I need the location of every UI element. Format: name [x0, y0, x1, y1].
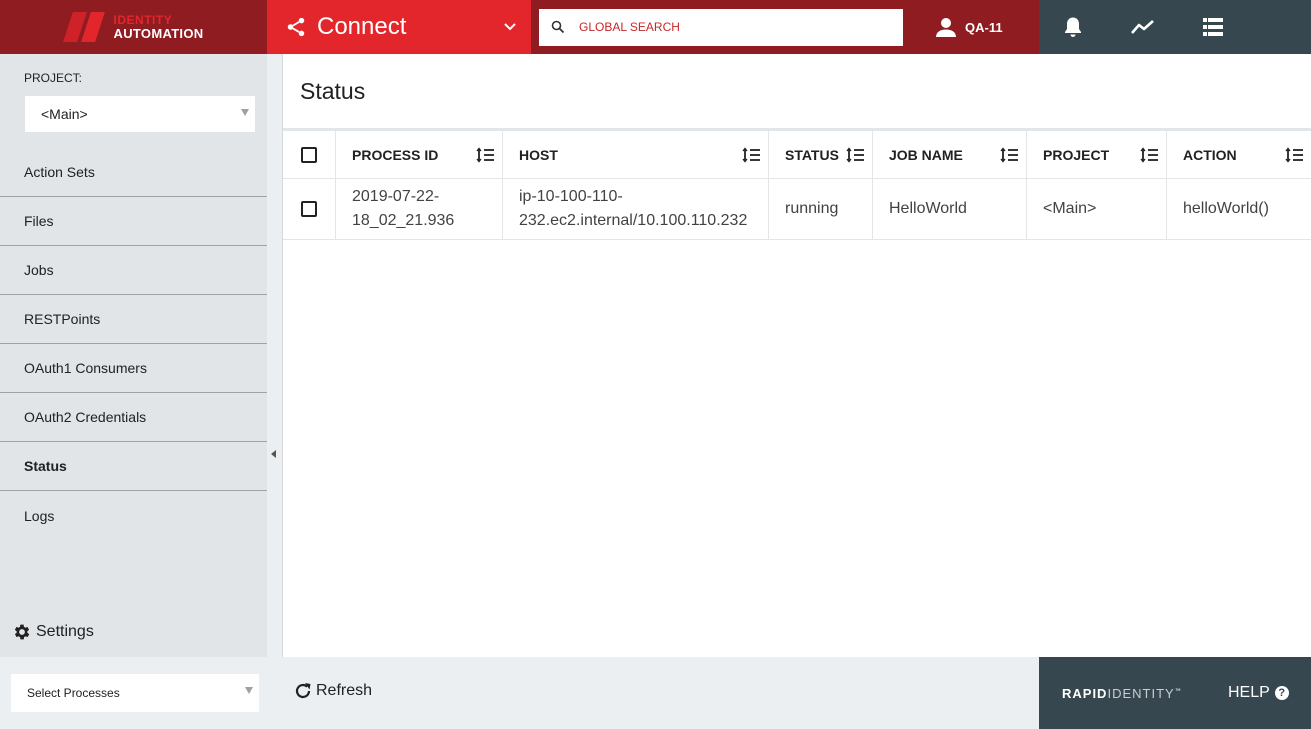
dropdown-arrow-icon	[241, 109, 249, 116]
column-header-process-id[interactable]: PROCESS ID	[336, 131, 503, 178]
refresh-button[interactable]: Refresh	[294, 682, 372, 700]
gear-icon	[14, 624, 30, 640]
help-label: HELP	[1228, 684, 1270, 701]
activity-icon	[1131, 20, 1154, 34]
sidebar-item-logs[interactable]: Logs	[0, 491, 267, 540]
select-processes-value: Select Processes	[27, 686, 120, 700]
settings-button[interactable]: Settings	[12, 622, 94, 642]
bell-icon	[1065, 17, 1081, 37]
cell-host: ip-10-100-110- 232.ec2.internal/10.100.1…	[503, 179, 769, 239]
user-name: QA-11	[965, 19, 1003, 35]
sidebar: PROJECT: <Main> Action Sets Files Jobs R…	[0, 54, 267, 657]
header-actions	[1039, 0, 1311, 54]
select-processes-dropdown[interactable]: Select Processes	[11, 674, 259, 712]
sidebar-item-files[interactable]: Files	[0, 197, 267, 246]
module-title: Connect	[317, 13, 407, 40]
sort-icon[interactable]	[846, 147, 864, 163]
help-button[interactable]: HELP ?	[1228, 684, 1289, 702]
select-all-checkbox[interactable]	[301, 146, 317, 163]
table-row[interactable]: 2019-07-22- 18_02_21.936 ip-10-100-110- …	[283, 179, 1311, 240]
table-header-row: PROCESS ID HOST STATUS JOB NAME PROJECT …	[283, 131, 1311, 179]
sort-icon[interactable]	[1285, 147, 1303, 163]
module-switcher[interactable]: Connect	[267, 0, 531, 54]
page-title: Status	[300, 78, 366, 104]
list-view-button[interactable]	[1201, 15, 1225, 39]
project-select[interactable]: <Main>	[25, 96, 255, 132]
column-header-job-name[interactable]: JOB NAME	[873, 131, 1027, 178]
footer-bar: Select Processes Refresh RAPIDIDENTITY™ …	[0, 657, 1311, 729]
project-label: PROJECT:	[24, 71, 83, 85]
sidebar-item-status[interactable]: Status	[0, 442, 267, 491]
column-header-project[interactable]: PROJECT	[1027, 131, 1167, 178]
refresh-icon	[295, 683, 311, 699]
footer-brand-area: RAPIDIDENTITY™ HELP ?	[1039, 657, 1311, 729]
sidebar-collapse-handle[interactable]	[267, 54, 283, 657]
sidebar-nav: Action Sets Files Jobs RESTPoints OAuth1…	[0, 148, 267, 540]
notifications-button[interactable]	[1061, 15, 1085, 39]
main-content: Status PROCESS ID HOST STATUS JOB NAME P…	[283, 54, 1311, 657]
refresh-label: Refresh	[316, 682, 373, 699]
search-area: QA-11	[531, 0, 1039, 54]
question-icon: ?	[1274, 686, 1289, 700]
collapse-arrow-icon	[271, 450, 276, 458]
sort-icon[interactable]	[1000, 147, 1018, 163]
sort-icon[interactable]	[742, 147, 760, 163]
global-search-input[interactable]	[579, 20, 879, 34]
sidebar-item-oauth1-consumers[interactable]: OAuth1 Consumers	[0, 344, 267, 393]
column-header-status[interactable]: STATUS	[769, 131, 873, 178]
chevron-down-icon[interactable]	[503, 20, 517, 34]
identity-automation-logo[interactable]: IDENTITY AUTOMATION	[0, 0, 267, 54]
row-checkbox[interactable]	[301, 201, 317, 217]
cell-process-id: 2019-07-22- 18_02_21.936	[336, 179, 503, 239]
column-header-action[interactable]: ACTION	[1167, 131, 1311, 178]
activity-button[interactable]	[1131, 15, 1155, 39]
sidebar-item-jobs[interactable]: Jobs	[0, 246, 267, 295]
sidebar-item-restpoints[interactable]: RESTPoints	[0, 295, 267, 344]
sidebar-item-action-sets[interactable]: Action Sets	[0, 148, 267, 197]
settings-label: Settings	[36, 623, 94, 640]
search-icon	[551, 20, 565, 34]
dropdown-arrow-icon	[245, 687, 253, 694]
cell-action: helloWorld()	[1183, 200, 1269, 217]
cell-project: <Main>	[1027, 179, 1167, 239]
project-select-value: <Main>	[41, 106, 88, 122]
cell-job-name: HelloWorld	[873, 179, 1027, 239]
user-menu[interactable]: QA-11	[935, 16, 1003, 38]
status-table: PROCESS ID HOST STATUS JOB NAME PROJECT …	[283, 128, 1311, 240]
list-icon	[1203, 18, 1223, 36]
user-icon	[936, 18, 956, 37]
global-search-box[interactable]	[539, 8, 903, 46]
cell-status: running	[769, 179, 873, 239]
top-bar: IDENTITY AUTOMATION Connect QA-11	[0, 0, 1311, 54]
share-icon	[287, 17, 305, 37]
logo-line2: AUTOMATION	[113, 26, 204, 41]
logo-mark-icon	[62, 10, 106, 44]
rapididentity-logo: RAPIDIDENTITY™	[1062, 686, 1182, 701]
sidebar-item-oauth2-credentials[interactable]: OAuth2 Credentials	[0, 393, 267, 442]
sort-icon[interactable]	[1140, 147, 1158, 163]
sort-icon[interactable]	[476, 147, 494, 163]
column-header-host[interactable]: HOST	[503, 131, 769, 178]
